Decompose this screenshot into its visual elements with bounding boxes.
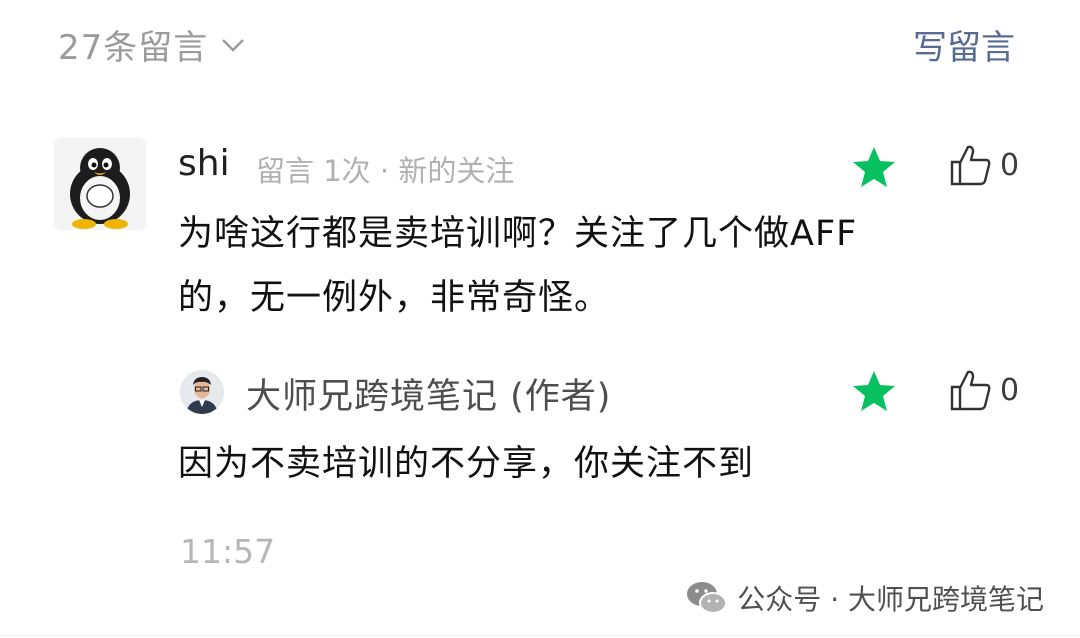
comment-user-meta: 留言 1次 · 新的关注 (256, 154, 515, 188)
comment-username[interactable]: shi (178, 143, 230, 184)
star-icon[interactable] (852, 146, 896, 188)
like-count: 0 (1000, 372, 1020, 408)
author-avatar-icon (180, 370, 224, 414)
comment-text: 为啥这行都是卖培训啊？关注了几个做AFF 的，无一例外，非常奇怪。 (178, 202, 978, 330)
star-icon[interactable] (852, 370, 896, 412)
watermark-text: 公众号 · 大师兄跨境笔记 (737, 583, 1044, 616)
avatar[interactable] (54, 138, 146, 230)
like-count: 0 (1000, 147, 1020, 183)
watermark: 公众号 · 大师兄跨境笔记 (685, 578, 1044, 618)
thumbs-up-icon (950, 370, 991, 411)
comment-count-label: 27条留言 (58, 28, 209, 68)
thumbs-up-icon (950, 145, 991, 186)
reply-author-name[interactable]: 大师兄跨境笔记 (作者) (246, 368, 611, 419)
chevron-down-icon (222, 38, 245, 52)
timestamp: 11:57 (180, 532, 276, 571)
like-button[interactable]: 0 (948, 142, 1019, 188)
wechat-icon (687, 582, 728, 614)
reply-text: 因为不卖培训的不分享，你关注不到 (178, 444, 755, 484)
penguin-avatar-icon (54, 138, 146, 230)
comment-count-toggle[interactable]: 27条留言 (58, 20, 246, 69)
comment-text-line: 的，无一例外，非常奇怪。 (178, 278, 611, 318)
author-avatar[interactable] (180, 370, 224, 414)
like-button[interactable]: 0 (948, 367, 1019, 413)
bottom-divider (0, 635, 1080, 636)
write-comment-button[interactable]: 写留言 (913, 20, 1015, 69)
comment-text-line: 为啥这行都是卖培训啊？关注了几个做AFF (178, 214, 858, 254)
